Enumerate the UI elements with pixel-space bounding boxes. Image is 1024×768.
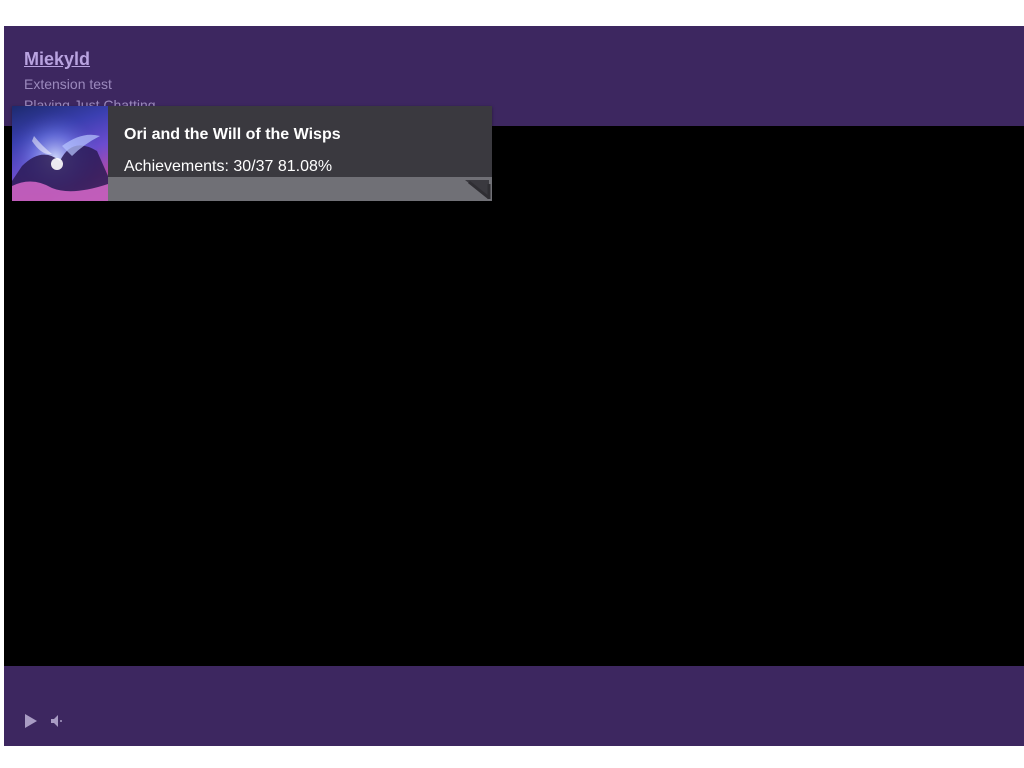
volume-icon[interactable] xyxy=(50,713,66,729)
play-icon[interactable] xyxy=(24,713,38,729)
channel-name-link[interactable]: Miekyld xyxy=(24,49,90,70)
game-title: Ori and the Will of the Wisps xyxy=(124,126,341,143)
achievements-progress-fill xyxy=(108,177,420,201)
stream-title: Extension test xyxy=(24,76,112,92)
achievements-progress-bar xyxy=(108,177,492,201)
achievements-extension-panel: Ori and the Will of the Wisps Achievemen… xyxy=(12,106,492,201)
player-controls xyxy=(4,666,1024,746)
video-area[interactable] xyxy=(4,126,1024,666)
collapse-corner-icon[interactable] xyxy=(463,178,491,200)
game-cover-art xyxy=(12,106,108,201)
achievements-summary: Achievements: 30/37 81.08% xyxy=(124,158,333,175)
